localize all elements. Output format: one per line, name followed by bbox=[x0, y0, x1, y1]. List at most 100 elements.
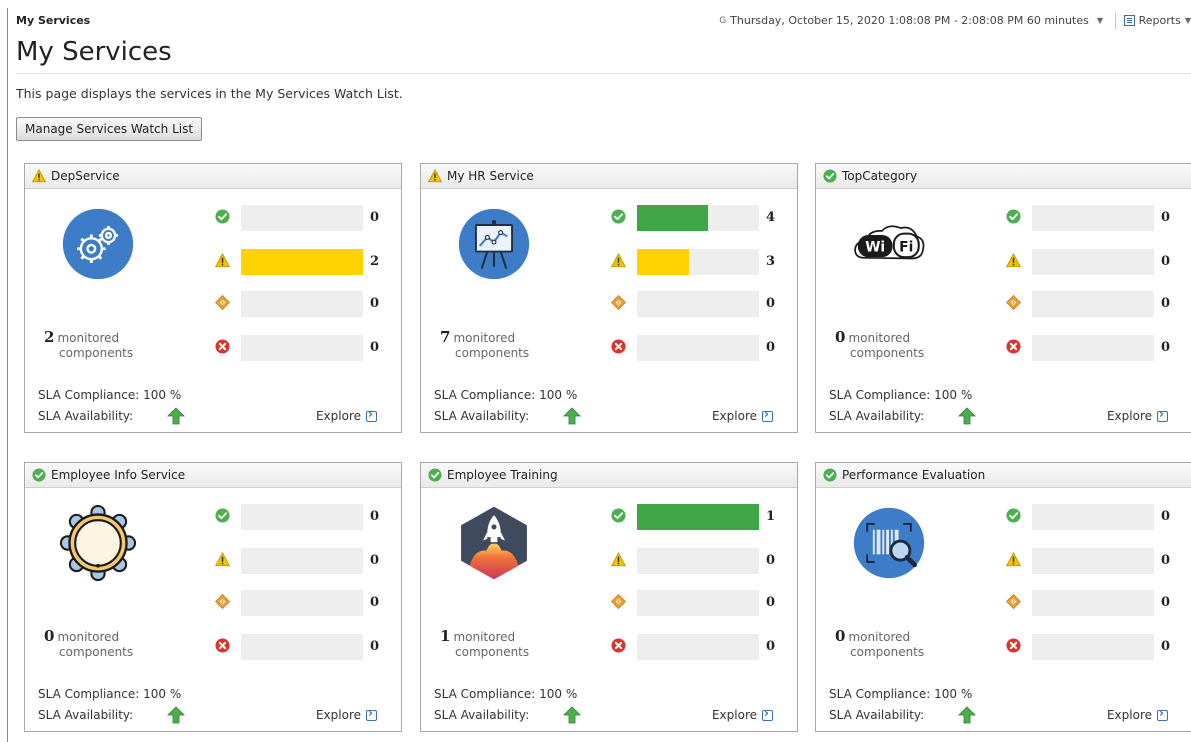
explore-link[interactable]: Explore bbox=[315, 706, 377, 722]
status-bar-track bbox=[1032, 504, 1154, 530]
status-bar-track bbox=[637, 590, 759, 616]
status-count: 0 bbox=[766, 340, 776, 355]
status-bar-track bbox=[241, 249, 363, 275]
card-header[interactable]: Employee Info Service bbox=[25, 463, 401, 488]
status-count: 0 bbox=[766, 296, 776, 311]
monitored-count: 2 bbox=[44, 328, 55, 346]
explore-label: Explore bbox=[1106, 708, 1152, 722]
title-divider bbox=[16, 73, 1191, 74]
status-row-warning: 0 bbox=[610, 548, 781, 574]
status-bar-track bbox=[241, 291, 363, 317]
explore-link[interactable]: Explore bbox=[1106, 706, 1168, 722]
status-count: 2 bbox=[370, 254, 380, 269]
service-card[interactable]: TopCategory Wi Fi 0 0 0 0 0 monitored components S… bbox=[815, 163, 1191, 433]
components-label: components bbox=[59, 346, 134, 360]
fatal-status-icon bbox=[215, 638, 230, 653]
status-bar-track bbox=[1032, 590, 1154, 616]
card-header[interactable]: My HR Service bbox=[421, 164, 797, 189]
status-count: 1 bbox=[766, 509, 776, 524]
presentation-chart-icon bbox=[456, 206, 532, 282]
explore-link[interactable]: Explore bbox=[315, 407, 377, 423]
service-card[interactable]: Employee Info Service 0 0 0 0 0 monitored compo… bbox=[24, 462, 402, 732]
status-count: 0 bbox=[370, 639, 380, 654]
card-header[interactable]: TopCategory bbox=[816, 164, 1191, 189]
components-label: components bbox=[455, 346, 530, 360]
status-row-warning: 0 bbox=[214, 548, 385, 574]
monitored-components: 0 monitored components bbox=[835, 330, 924, 361]
status-bar-track bbox=[241, 548, 363, 574]
components-label: components bbox=[455, 645, 530, 659]
explore-link[interactable]: Explore bbox=[1107, 407, 1168, 423]
toolbar-divider bbox=[1115, 12, 1116, 29]
status-bar-track bbox=[241, 504, 363, 530]
service-card[interactable]: Employee Training 1 0 0 0 1 monitored component… bbox=[420, 462, 798, 732]
flower-ring-icon bbox=[59, 504, 137, 582]
status-row-normal: 0 bbox=[1006, 504, 1176, 530]
status-row-fatal: 0 bbox=[1006, 335, 1176, 361]
critical-status-icon bbox=[1005, 593, 1022, 610]
status-count: 0 bbox=[1161, 210, 1171, 225]
card-header[interactable]: DepService bbox=[25, 164, 401, 189]
service-name: My HR Service bbox=[447, 169, 534, 183]
status-bar-fill bbox=[637, 504, 759, 530]
card-header[interactable]: Performance Evaluation bbox=[816, 463, 1191, 488]
explore-label: Explore bbox=[315, 409, 361, 423]
sla-availability-label: SLA Availability: bbox=[38, 409, 134, 423]
ok-check-icon bbox=[428, 468, 442, 482]
warning-status-icon bbox=[214, 252, 231, 268]
critical-status-icon bbox=[610, 593, 627, 610]
monitored-components: 1 monitored components bbox=[440, 629, 529, 660]
service-card[interactable]: My HR Service 4 3 0 0 7 monitored components SLA… bbox=[420, 163, 798, 433]
critical-status-icon bbox=[214, 294, 231, 311]
status-row-critical: 0 bbox=[214, 291, 385, 317]
up-arrow-icon bbox=[958, 407, 976, 425]
critical-status-icon bbox=[1005, 294, 1022, 311]
service-card[interactable]: DepService 0 2 0 0 2 monitored components SLA Co… bbox=[24, 163, 402, 433]
monitored-label: monitored bbox=[57, 331, 120, 345]
service-card[interactable]: Performance Evaluation 0 0 0 0 0 monitored comp… bbox=[815, 462, 1191, 732]
explore-icon bbox=[762, 407, 773, 422]
explore-link[interactable]: Explore bbox=[711, 407, 773, 423]
time-range-selector[interactable]: G Thursday, October 15, 2020 1:08:08 PM … bbox=[719, 14, 1103, 27]
status-count: 0 bbox=[370, 509, 380, 524]
up-arrow-icon bbox=[563, 706, 581, 724]
explore-icon bbox=[366, 407, 377, 422]
monitored-components: 2 monitored components bbox=[44, 330, 133, 361]
status-bar-track bbox=[241, 590, 363, 616]
critical-status-icon bbox=[214, 593, 231, 610]
explore-label: Explore bbox=[315, 708, 361, 722]
status-row-fatal: 0 bbox=[611, 335, 781, 361]
status-bar-track bbox=[1032, 634, 1154, 660]
chevron-down-icon: ▼ bbox=[1096, 16, 1103, 25]
sla-availability-label: SLA Availability: bbox=[434, 708, 530, 722]
status-count: 0 bbox=[370, 340, 380, 355]
explore-label: Explore bbox=[711, 409, 757, 423]
monitored-components: 7 monitored components bbox=[440, 330, 529, 361]
status-count: 0 bbox=[370, 595, 380, 610]
gears-icon bbox=[60, 206, 136, 282]
warning-status-icon bbox=[610, 252, 627, 268]
service-name: Performance Evaluation bbox=[842, 468, 986, 482]
monitored-count: 0 bbox=[835, 328, 846, 346]
status-row-critical: 0 bbox=[214, 590, 385, 616]
monitored-count: 0 bbox=[835, 627, 846, 645]
status-bar-track bbox=[637, 634, 759, 660]
up-arrow-icon bbox=[167, 407, 185, 425]
normal-status-icon bbox=[1006, 209, 1021, 224]
status-row-critical: 0 bbox=[1005, 291, 1176, 317]
status-count: 0 bbox=[1161, 639, 1171, 654]
manage-watch-list-button[interactable]: Manage Services Watch List bbox=[16, 117, 203, 141]
status-count: 3 bbox=[766, 254, 776, 269]
explore-link[interactable]: Explore bbox=[712, 706, 773, 722]
reports-menu[interactable]: Reports ▼ bbox=[1123, 14, 1191, 27]
service-name: Employee Info Service bbox=[51, 468, 186, 482]
up-arrow-icon bbox=[563, 407, 581, 425]
card-header[interactable]: Employee Training bbox=[421, 463, 797, 488]
monitored-count: 0 bbox=[44, 627, 55, 645]
status-count: 0 bbox=[1161, 296, 1171, 311]
status-bar-track bbox=[1032, 249, 1154, 275]
monitored-components: 0 monitored components bbox=[835, 629, 924, 660]
barcode-scan-icon bbox=[851, 505, 927, 581]
rocket-icon bbox=[456, 505, 532, 581]
service-name: DepService bbox=[51, 169, 120, 183]
